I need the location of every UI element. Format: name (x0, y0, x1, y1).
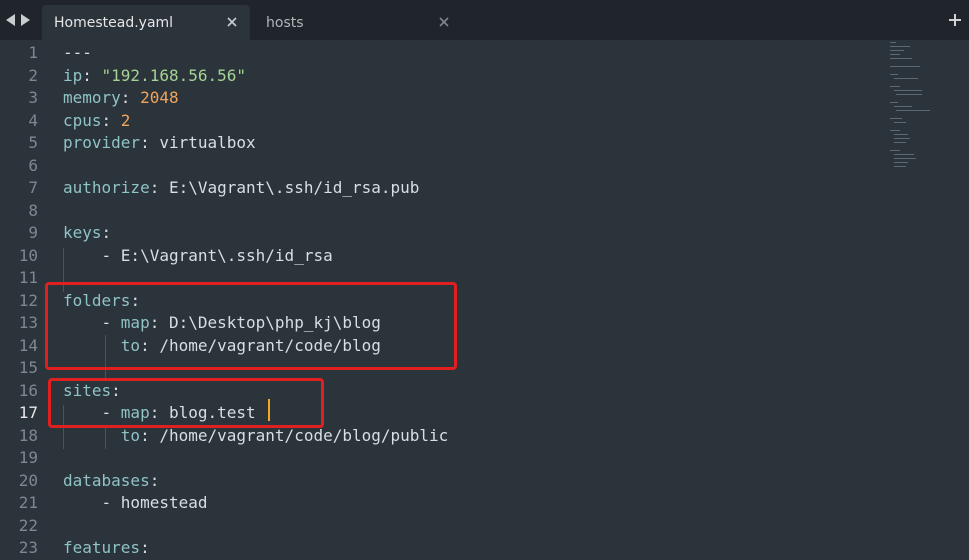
code-token: E:\Vagrant\.ssh/id_rsa.pub (168, 178, 420, 197)
plus-icon[interactable] (945, 10, 965, 30)
code-line[interactable]: cpus: 2 (63, 110, 130, 133)
code-token: : (101, 223, 112, 242)
code-token: : (101, 110, 121, 130)
code-token: cpus (63, 110, 102, 130)
line-number: 19 (18, 448, 38, 467)
code-token: 2048 (140, 88, 179, 107)
code-token: : (149, 178, 169, 197)
line-number: 3 (28, 88, 38, 107)
code-token: provider (63, 133, 141, 152)
code-token: : (82, 65, 102, 85)
line-number: 2 (28, 65, 38, 85)
line-number: 23 (18, 538, 38, 557)
code-token: authorize (63, 178, 150, 197)
code-token: /home/vagrant/code/blog/public (159, 425, 449, 445)
code-token: to (120, 425, 141, 445)
line-number: 20 (18, 470, 38, 490)
code-token: memory (63, 88, 121, 107)
code-line[interactable]: keys: (63, 222, 111, 245)
code-token: : (140, 425, 160, 445)
line-number: 22 (18, 515, 38, 535)
chevron-right-icon[interactable] (20, 14, 30, 26)
tab-label: hosts (266, 14, 304, 31)
line-number: 18 (18, 425, 38, 445)
code-editor[interactable]: 1 2 3 4 5 6 7 8 9 10 11 12 13 14 15 16 17 18 19 20 21 22 23 --… (0, 40, 969, 560)
code-token: --- (63, 43, 92, 62)
tab-bar: Homestead.yaml hosts (0, 0, 969, 40)
close-icon[interactable] (224, 14, 240, 30)
line-number: 10 (18, 245, 38, 265)
line-number: 1 (28, 43, 38, 62)
annotation-box-folders (45, 282, 457, 370)
line-number: 7 (28, 178, 38, 197)
code-token: features (63, 538, 141, 557)
code-token: - (63, 493, 121, 512)
code-line[interactable]: - E:\Vagrant\.ssh/id_rsa (63, 245, 333, 268)
minimap[interactable] (890, 42, 945, 172)
line-number: 11 (18, 268, 38, 287)
tab-label: Homestead.yaml (54, 14, 174, 31)
code-line[interactable]: authorize: E:\Vagrant\.ssh/id_rsa.pub (63, 177, 419, 200)
code-line[interactable]: ip: "192.168.56.56" (63, 65, 246, 88)
code-token: "192.168.56.56" (101, 65, 247, 85)
indent-guide (105, 425, 106, 449)
code-line[interactable]: memory: 2048 (63, 87, 179, 110)
code-line[interactable]: databases: (63, 470, 159, 493)
tab-hosts[interactable]: hosts (254, 5, 462, 40)
line-number: 8 (28, 200, 38, 220)
line-number: 15 (18, 358, 38, 377)
line-number: 21 (18, 493, 38, 512)
line-number: 12 (18, 290, 38, 310)
line-number: 4 (28, 110, 38, 130)
code-token: : (140, 538, 150, 557)
annotation-box-sites (48, 378, 324, 428)
code-token: 2 (120, 110, 131, 130)
code-token: databases (63, 470, 150, 490)
code-token: : (140, 133, 160, 152)
code-token: : (120, 88, 141, 107)
line-number: 13 (18, 313, 38, 332)
code-token: E:\Vagrant\.ssh/id_rsa (120, 245, 333, 265)
code-token: keys (63, 223, 102, 242)
line-number: 14 (18, 335, 38, 355)
tab-homestead-yaml[interactable]: Homestead.yaml (42, 5, 250, 40)
code-token: virtualbox (159, 133, 256, 152)
code-token: : (149, 470, 160, 490)
tab-nav-arrows (0, 0, 36, 40)
close-icon[interactable] (436, 14, 452, 30)
code-token: homestead (120, 493, 208, 512)
line-number: 17 (18, 403, 38, 422)
line-number: 5 (28, 133, 38, 152)
code-line[interactable]: --- (63, 42, 92, 65)
chevron-left-icon[interactable] (6, 14, 16, 26)
code-token: - (63, 245, 121, 265)
code-line[interactable]: features: (63, 537, 150, 560)
line-number-gutter: 1 2 3 4 5 6 7 8 9 10 11 12 13 14 15 16 17 18 19 20 21 22 23 (0, 40, 38, 560)
code-token: ip (63, 65, 83, 85)
line-number: 16 (18, 380, 38, 400)
line-number: 6 (28, 155, 38, 175)
code-line[interactable]: provider: virtualbox (63, 132, 256, 155)
code-line[interactable]: - homestead (63, 492, 208, 515)
line-number: 9 (28, 223, 38, 242)
